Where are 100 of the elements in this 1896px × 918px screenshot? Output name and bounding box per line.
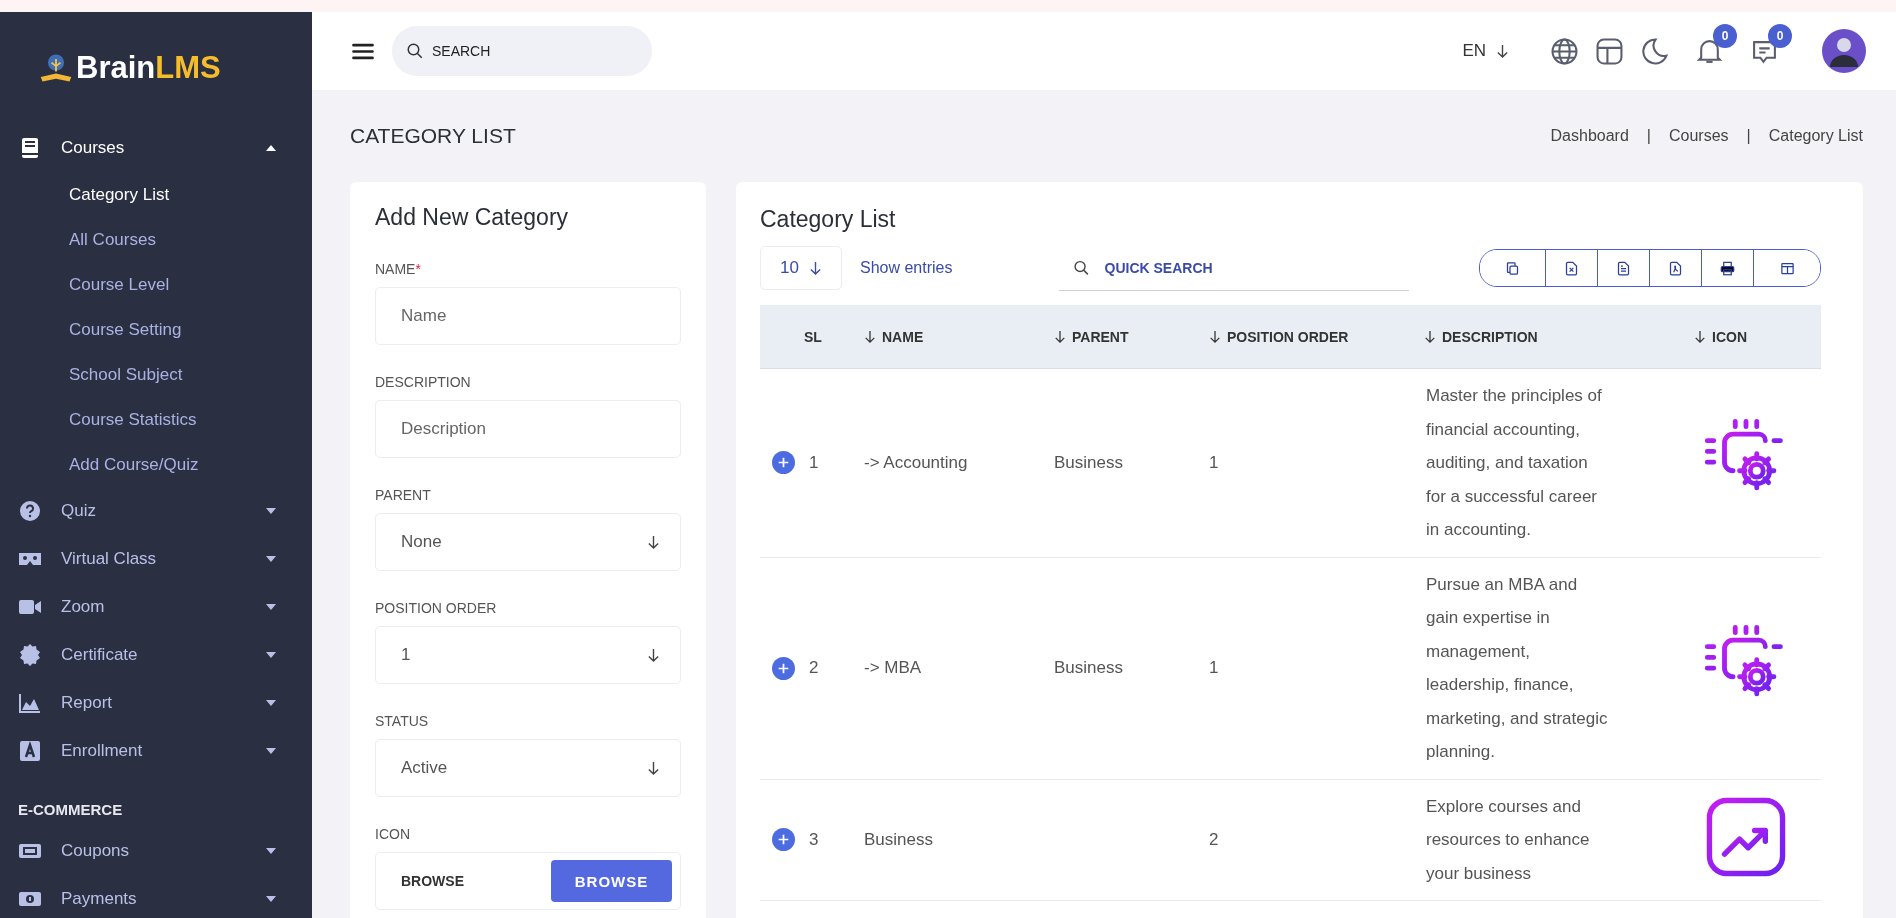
sidebar-item[interactable]: Certificate [0, 631, 312, 679]
card-title: Category List [760, 206, 897, 233]
sort-arrow-icon [864, 329, 876, 344]
select-field[interactable]: None [375, 513, 681, 571]
caret-icon [266, 652, 276, 658]
arrow-down-icon [808, 260, 822, 276]
table-cell-text: Explore courses and resources to enhance your business [1426, 795, 1591, 885]
column-header[interactable]: PARENT [1045, 328, 1200, 345]
sidebar-subitem[interactable]: School Subject [0, 352, 312, 397]
search-icon [406, 42, 424, 60]
sidebar-subitem[interactable]: Category List [0, 172, 312, 217]
breadcrumb-separator: | [1746, 127, 1751, 145]
table-cell: -> MBA [864, 658, 922, 677]
select-field[interactable]: Active [375, 739, 681, 797]
search-field[interactable]: SEARCH [392, 26, 652, 76]
breadcrumb-link[interactable]: Courses [1669, 127, 1729, 145]
table-cell: 1 [809, 452, 819, 473]
sidebar-item[interactable]: Zoom [0, 583, 312, 631]
menu-icon[interactable] [352, 42, 374, 60]
table-cell: Business [1054, 658, 1123, 677]
table-cell-text: Master the principles of financial accounting, auditing, and taxation for a successful career in accounting. [1426, 385, 1603, 541]
arrow-down-icon [647, 647, 660, 663]
table-cell: 1 [1209, 452, 1219, 472]
file-input-field[interactable]: BROWSE BROWSE [375, 852, 681, 910]
table-cell: 2 [1209, 829, 1219, 849]
sort-arrow-icon [1054, 329, 1066, 344]
page-size-select[interactable]: 10 [760, 246, 842, 290]
arrow-down-icon [647, 534, 660, 550]
sidebar-subitem[interactable]: Course Statistics [0, 397, 312, 442]
document-icon [1616, 260, 1631, 276]
column-header[interactable]: DESCRIPTION [1415, 328, 1685, 345]
table-cell-text: Pursue an MBA and gain expertise in management, leadership, finance, marketing, and strategic planning. [1426, 573, 1608, 763]
logo-text: BrainLMS [76, 50, 221, 86]
sidebar-subitem[interactable]: Course Setting [0, 307, 312, 352]
arrow-down-icon [647, 760, 660, 776]
sidebar-item[interactable]: Virtual Class [0, 535, 312, 583]
sidebar-subitem[interactable]: All Courses [0, 217, 312, 262]
caret-icon [266, 748, 276, 754]
table-cell: 2 [809, 658, 819, 678]
field-label: STATUS [375, 713, 430, 729]
sidebar-item[interactable]: Payments [0, 875, 312, 918]
sidebar-item[interactable]: Quiz [0, 487, 312, 535]
sidebar-section-heading: E-COMMERCE [17, 800, 124, 820]
input-field[interactable]: Name [375, 287, 681, 345]
columns-icon [1779, 260, 1795, 276]
table-cell: Business [864, 829, 933, 849]
seal-icon [18, 643, 42, 667]
caret-icon [266, 508, 276, 514]
layout-icon[interactable] [1596, 37, 1623, 65]
globe-icon[interactable] [1551, 37, 1578, 65]
caret-icon [266, 896, 276, 902]
column-header[interactable]: POSITION ORDER [1200, 328, 1415, 345]
field-label: PARENT [375, 487, 432, 503]
breadcrumb-link[interactable]: Category List [1768, 127, 1863, 145]
moon-icon[interactable] [1641, 37, 1668, 65]
sidebar-item[interactable]: Coupons [0, 827, 312, 875]
sidebar-item[interactable]: Courses [0, 124, 312, 172]
pdf-file-icon [1668, 260, 1683, 276]
letter-a-icon [18, 739, 42, 763]
column-header[interactable]: NAME [855, 328, 1045, 345]
column-header[interactable]: ICON [1685, 328, 1821, 345]
field-label: POSITION ORDER [375, 600, 498, 616]
expand-row-button[interactable] [772, 828, 795, 852]
caret-icon [266, 848, 276, 854]
table-cell: Business [1054, 452, 1123, 472]
search-icon [1072, 259, 1090, 277]
sort-arrow-icon [1209, 329, 1221, 344]
print-icon [1720, 260, 1735, 276]
copy-icon [1505, 260, 1520, 276]
question-icon [18, 499, 42, 523]
sort-arrow-icon [1694, 329, 1706, 344]
sidebar-item[interactable]: Report [0, 679, 312, 727]
breadcrumb-link[interactable]: Dashboard [1550, 127, 1629, 145]
expand-row-button[interactable] [772, 656, 795, 680]
table-cell: 3 [809, 829, 819, 850]
arrow-down-icon [1496, 43, 1509, 59]
copy-button[interactable] [1480, 250, 1546, 286]
breadcrumb-separator: | [1646, 127, 1651, 145]
field-label: ICON [375, 826, 411, 842]
browse-button[interactable]: BROWSE [551, 860, 672, 902]
select-field[interactable]: 1 [375, 626, 681, 684]
input-field[interactable]: Description [375, 400, 681, 458]
field-label: DESCRIPTION [375, 374, 472, 390]
sort-arrow-icon [1424, 329, 1436, 344]
table-cell: -> Accounting [864, 452, 968, 472]
card-title: Add New Category [375, 204, 570, 231]
show-entries-label: Show entries [860, 259, 953, 277]
column-header: SL [803, 328, 823, 345]
field-label: NAME* [375, 261, 422, 277]
message-count-badge: 0 [1768, 23, 1792, 48]
bell-icon[interactable] [1696, 37, 1723, 65]
avatar-silhouette[interactable] [1822, 29, 1866, 73]
sidebar-item[interactable]: Enrollment [0, 727, 312, 775]
page-title: CATEGORY LIST [350, 124, 516, 148]
language-selector[interactable]: EN [1462, 41, 1509, 61]
caret-icon [266, 700, 276, 706]
expand-row-button[interactable] [772, 451, 795, 475]
sidebar-subitem[interactable]: Course Level [0, 262, 312, 307]
sidebar-subitem[interactable]: Add Course/Quiz [0, 442, 312, 487]
quick-search-field[interactable]: QUICK SEARCH [1058, 245, 1409, 291]
